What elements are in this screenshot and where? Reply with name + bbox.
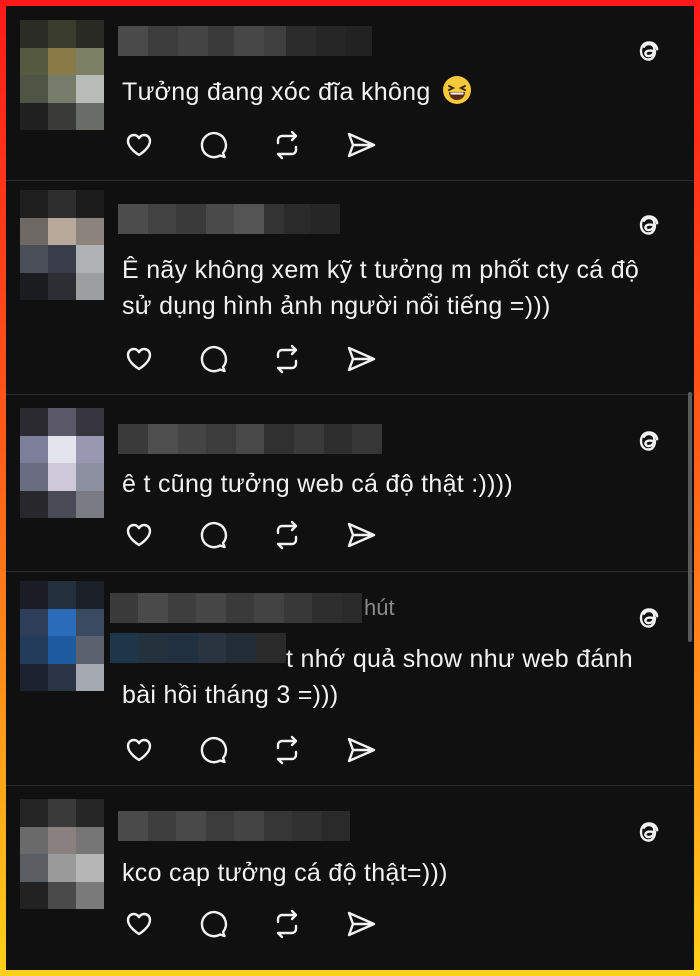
threads-reply-list: Tưởng đang xóc đĩa không Ê nãy không xem… <box>6 6 694 970</box>
avatar[interactable] <box>20 581 104 691</box>
comment-icon[interactable] <box>196 733 230 767</box>
reply-post: ê t cũng tưởng web cá độ thật :)))) <box>6 394 694 572</box>
send-icon[interactable] <box>344 907 378 941</box>
send-icon[interactable] <box>344 342 378 376</box>
threads-logo-icon[interactable] <box>634 603 664 633</box>
grinning-squinting-face-icon <box>442 76 471 104</box>
action-bar <box>122 733 378 767</box>
send-icon[interactable] <box>344 128 378 162</box>
threads-logo-icon[interactable] <box>634 36 664 66</box>
avatar[interactable] <box>20 190 104 300</box>
reply-text: kco cap tưởng cá độ thật=))) <box>122 859 448 887</box>
threads-logo-icon[interactable] <box>634 210 664 240</box>
reply-text-content: t nhớ quả show như web đánh bài hồi thán… <box>122 645 634 709</box>
reply-text: Tưởng đang xóc đĩa không <box>122 74 674 110</box>
username-blurred[interactable] <box>118 811 350 841</box>
avatar[interactable] <box>20 408 104 518</box>
comment-icon[interactable] <box>196 907 230 941</box>
reply-text: ê t cũng tưởng web cá độ thật :)))) <box>122 470 514 498</box>
repost-icon[interactable] <box>270 342 304 376</box>
highlight-border-frame: Tưởng đang xóc đĩa không Ê nãy không xem… <box>0 0 700 976</box>
comment-icon[interactable] <box>196 128 230 162</box>
send-icon[interactable] <box>344 518 378 552</box>
reply-text: Ê nãy không xem kỹ t tưởng m phốt cty cá… <box>122 256 640 320</box>
reply-post: Ê nãy không xem kỹ t tưởng m phốt cty cá… <box>6 180 694 395</box>
heart-icon[interactable] <box>122 733 156 767</box>
threads-logo-icon[interactable] <box>634 426 664 456</box>
repost-icon[interactable] <box>270 733 304 767</box>
threads-logo-icon[interactable] <box>634 817 664 847</box>
action-bar <box>122 128 378 162</box>
username-blurred[interactable]: hút <box>110 593 395 623</box>
repost-icon[interactable] <box>270 128 304 162</box>
username-blurred[interactable] <box>118 26 372 56</box>
timestamp-fragment: hút <box>364 595 395 620</box>
repost-icon[interactable] <box>270 518 304 552</box>
heart-icon[interactable] <box>122 128 156 162</box>
heart-icon[interactable] <box>122 342 156 376</box>
action-bar <box>122 907 378 941</box>
scrollbar[interactable] <box>688 392 692 642</box>
comment-icon[interactable] <box>196 518 230 552</box>
reply-post: Tưởng đang xóc đĩa không <box>6 6 694 181</box>
heart-icon[interactable] <box>122 907 156 941</box>
reply-post: hút t nhớ quả show như web đánh bài hồi … <box>6 571 694 786</box>
avatar[interactable] <box>20 799 104 909</box>
username-blurred[interactable] <box>118 424 382 454</box>
action-bar <box>122 342 378 376</box>
reply-text-content: Tưởng đang xóc đĩa không <box>122 78 431 106</box>
repost-icon[interactable] <box>270 907 304 941</box>
comment-icon[interactable] <box>196 342 230 376</box>
reply-text: t nhớ quả show như web đánh bài hồi thán… <box>122 641 674 713</box>
avatar[interactable] <box>20 20 104 130</box>
heart-icon[interactable] <box>122 518 156 552</box>
action-bar <box>122 518 378 552</box>
reply-post: kco cap tưởng cá độ thật=))) <box>6 785 694 970</box>
send-icon[interactable] <box>344 733 378 767</box>
username-blurred[interactable] <box>118 204 340 234</box>
